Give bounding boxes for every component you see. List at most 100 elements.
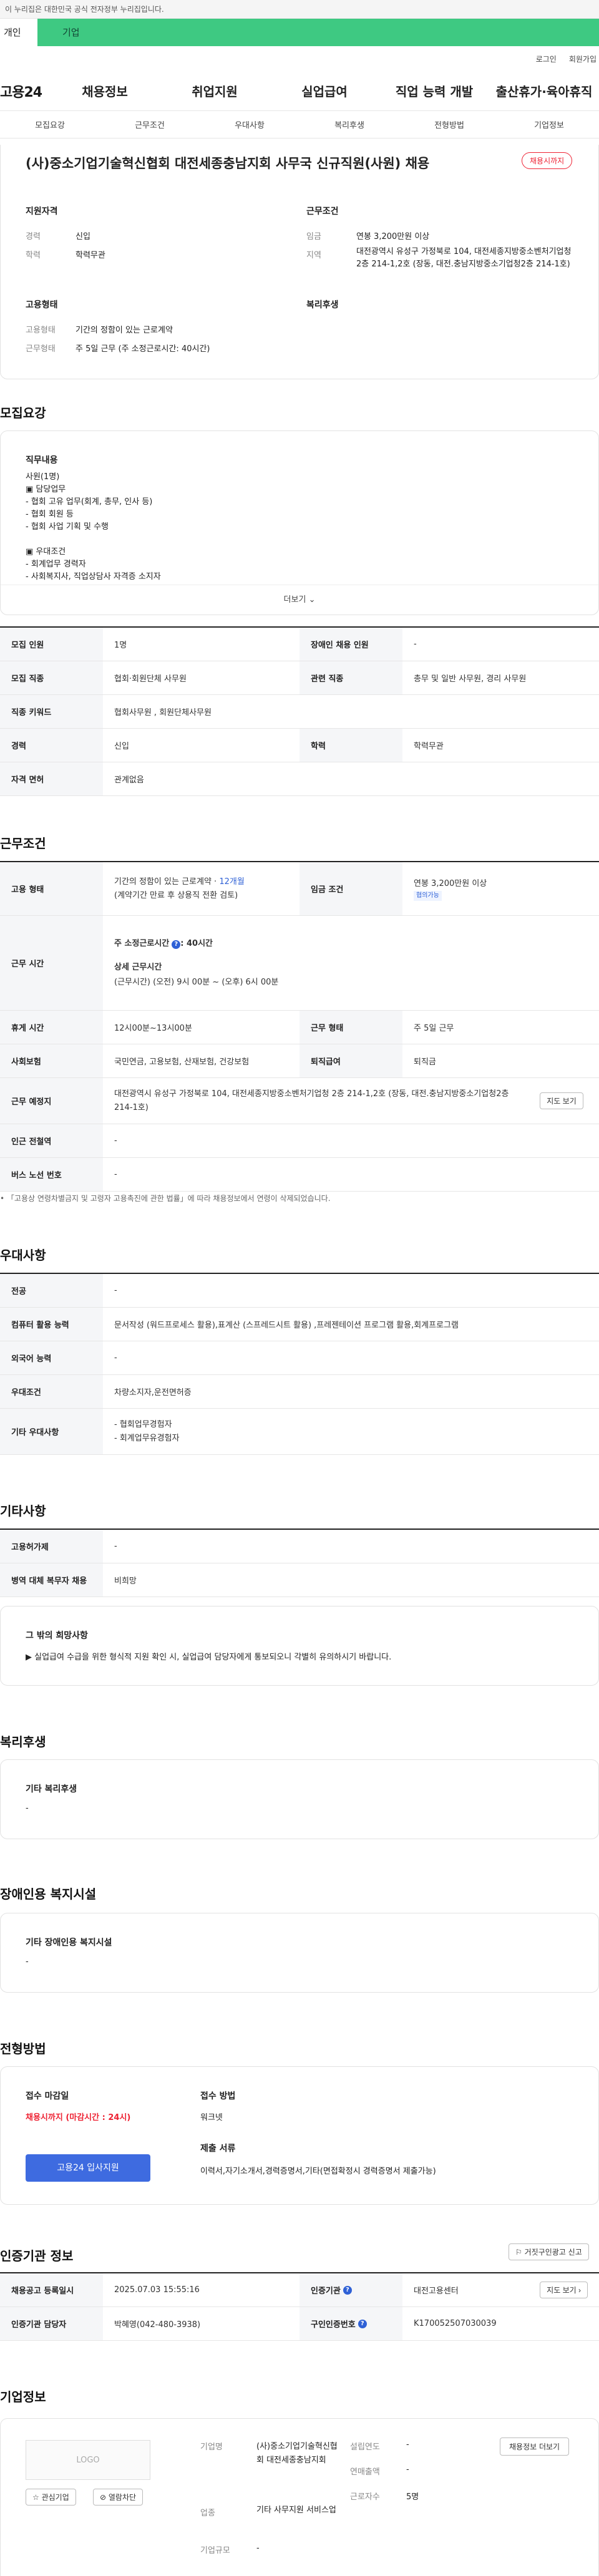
table-cell: - [414,639,417,649]
status-badge: 채용시까지 [522,152,573,169]
employment-main: 기간의 정함이 있는 근로계약 · 12개월 [114,875,245,889]
disability-title: 기타 장애인용 복지시설 [26,1938,112,1948]
section-link-welfare[interactable]: 복리후생 [300,119,399,130]
sales-label: 연매출액 [350,2467,380,2477]
job-title: (사)중소기업기술혁신협회 대전세종충남지회 사무국 신규직원(사원) 채용 [26,156,430,171]
table-row: 근무 시간 주 소정근로시간?: 40시간 상세 근무시간 (근무시간) (오전… [0,916,599,1011]
table-row: 모집 인원 1명 장애인 채용 인원 - [0,628,599,661]
company-jobs-button[interactable]: 채용정보 더보기 [500,2437,570,2456]
recruit-heading: 모집요강 [0,406,46,420]
table-cell: 협회사무원 , 회원단체사무원 [114,708,212,717]
weekly-hours-label: 주 소정근로시간 [114,938,170,948]
negotiable-badge: 협의가능 [414,890,442,901]
table-row: 우대조건 차량소지자,운전면허증 [0,1375,599,1409]
company-name-label: 기업명 [200,2442,223,2452]
star-icon: ☆ [32,2493,39,2502]
pref-etc-line: - 협회업무경험자 [114,1419,172,1429]
work-table: 고용 형태 기간의 정함이 있는 근로계약 · 12개월 (계약기간 만료 후 … [0,861,599,1192]
info-icon[interactable]: ? [343,2285,352,2295]
gnb-parental-leave[interactable]: 출산휴가·육아휴직 [489,82,599,100]
tab-personal[interactable]: 개인 [0,19,37,46]
work-form-label: 근무형태 [26,344,56,354]
work-form-value: 주 5일 근무 (주 소정근로시간: 40시간) [75,344,210,354]
gnb-jobs[interactable]: 채용정보 [50,82,160,100]
report-button[interactable]: ⚐ 거짓구인광고 신고 [509,2243,589,2260]
table-header: 퇴직급여 [300,1044,402,1077]
welfare-title: 기타 복리후생 [26,1784,77,1794]
block-view-button[interactable]: ⊘ 열람차단 [93,2489,144,2506]
table-cell: 지도 보기 [524,1078,599,1124]
sales-value: - [406,2465,409,2474]
table-row: 경력 신입 학력 학력무관 [0,729,599,762]
table-header: 기타 우대사항 [0,1409,103,1454]
table-cell: 총무 및 일반 사무원, 경리 사무원 [414,674,527,684]
gnb-employment-support[interactable]: 취업지원 [160,82,270,100]
table-row: 고용허가제 - [0,1530,599,1563]
tab-business[interactable]: 기업 [37,19,599,46]
duty-line: ▣ 우대조건 [26,547,66,557]
agency-map-button[interactable]: 지도 보기 › [540,2282,588,2298]
work-address: 대전광역시 유성구 가정북로 104, 대전세종지방중소벤처기업청 2층 214… [114,1089,509,1112]
company-card: LOGO ☆ 관심기업 ⊘ 열람차단 기업명 (사)중소기업기술혁신협회 대전세… [0,2418,599,2576]
table-header: 근무 예정지 [0,1078,103,1124]
table-cell: - [114,1542,117,1551]
table-cell: - [114,1136,117,1145]
map-view-button[interactable]: 지도 보기 [540,1092,583,1109]
table-cell: K170052507030039 [414,2319,497,2328]
login-link[interactable]: 로그인 [536,54,557,64]
preference-table: 전공 - 컴퓨터 활용 능력 문서작성 (워드프로세스 활용),표계산 (스프레드시… [0,1273,599,1455]
section-nav: 모집요강 근무조건 우대사항 복리후생 전형방법 기업정보 [0,111,599,139]
founded-value: - [406,2440,409,2449]
welfare-card: 기타 복리후생 - [0,1759,599,1839]
employment-type-title: 고용형태 [26,300,58,310]
company-size-value: - [256,2544,260,2553]
table-header: 휴게 시간 [0,1011,103,1044]
duty-line: - 협회 고유 업무(회계, 총무, 인사 등) [26,497,153,507]
deadline-value: 채용시까지 (마감시간 : 24시) [26,2113,131,2122]
section-link-recruit[interactable]: 모집요강 [0,119,100,130]
section-link-company[interactable]: 기업정보 [499,119,599,130]
more-button[interactable]: 더보기 ⌄ [1,585,598,615]
table-cell: 12시00분~13시00분 [114,1024,192,1033]
section-link-selection[interactable]: 전형방법 [399,119,499,130]
info-icon[interactable]: ? [358,2319,367,2328]
gnb-skills[interactable]: 직업 능력 개발 [379,82,489,100]
table-header: 버스 노선 번호 [0,1158,103,1191]
table-row: 채용공고 등록일시 2025.07.03 15:55:16 인증기관? 대전고용센… [0,2273,599,2307]
favorite-label: 관심기업 [41,2493,69,2502]
table-row: 외국어 능력 - [0,1341,599,1375]
table-cell: 퇴직금 [414,1057,436,1067]
table-header: 채용공고 등록일시 [0,2273,103,2306]
wage-label: 임금 [306,232,321,241]
section-link-pref[interactable]: 우대사항 [200,119,300,130]
table-cell: - [114,1286,117,1295]
cert-table: 채용공고 등록일시 2025.07.03 15:55:16 인증기관? 대전고용센… [0,2272,599,2341]
other-table: 고용허가제 - 병역 대체 복무자 채용 비희망 [0,1529,599,1597]
section-link-work[interactable]: 근무조건 [100,119,200,130]
wish-title: 그 밖의 희망사항 [26,1631,88,1641]
weekly-hours: 주 소정근로시간?: 40시간 [114,936,213,951]
apply-button[interactable]: 고용24 입사지원 [26,2154,150,2182]
table-cell: - 협회업무경험자 - 회계업무유경험자 [103,1409,599,1454]
career-value: 신입 [75,232,90,241]
method-value: 워크넷 [200,2113,223,2122]
gnb-unemployment-benefit[interactable]: 실업급여 [270,82,379,100]
company-name: (사)중소기업기술혁신협회 대전세종충남지회 [256,2442,338,2465]
table-cell: - [114,1353,117,1363]
table-cell: 기간의 정함이 있는 근로계약 · 12개월 (계약기간 만료 후 상용직 전환… [103,862,300,915]
duty-line [26,533,161,546]
site-logo[interactable]: 고용24 [0,81,50,101]
table-row: 모집 직종 협회·회원단체 사무원 관련 직종 총무 및 일반 사무원, 경리 사무… [0,661,599,695]
staff-label: 근로자수 [350,2492,380,2502]
table-header: 장애인 채용 인원 [300,628,402,661]
signup-link[interactable]: 회원가입 [569,54,597,64]
user-type-tabs: 개인 기업 [0,19,599,46]
info-icon[interactable]: ? [172,940,181,949]
career-label: 경력 [26,232,41,241]
duty-line: - 회계업무 경력자 [26,560,86,569]
table-cell: 주 5일 근무 [414,1024,454,1033]
favorite-company-button[interactable]: ☆ 관심기업 [26,2489,76,2506]
duty-card: 직무내용 사원(1명) ▣ 담당업무 - 협회 고유 업무(회계, 총무, 인사… [0,430,599,615]
age-footnote: • 「고용상 연령차별금지 및 고령자 고용촉진에 관한 법률」에 따라 채용정… [0,1194,331,1203]
wish-card: 그 밖의 희망사항 ▶ 실업급여 수급을 위한 형식적 지원 확인 시, 실업급… [0,1606,599,1686]
